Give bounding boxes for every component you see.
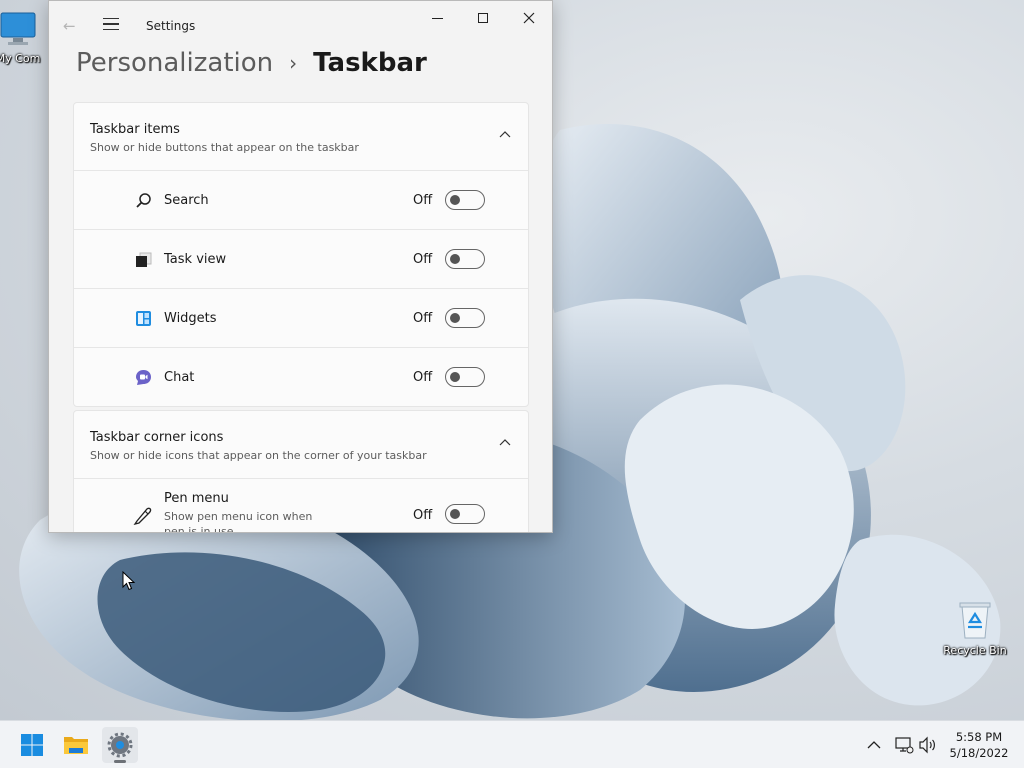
pen-menu-toggle[interactable] [445,504,485,524]
widgets-icon [136,311,151,326]
task-view-toggle[interactable] [445,249,485,269]
section-title: Taskbar items [90,122,180,137]
network-status-button[interactable] [894,721,914,768]
toggle-knob [450,313,460,323]
task-view-icon [136,252,152,267]
item-label: Task view [164,252,227,267]
start-icon [21,734,43,756]
page-title: Taskbar [313,48,427,78]
recycle-bin-icon [959,602,991,639]
close-button[interactable] [506,1,552,35]
clock-date: 5/18/2022 [949,746,1009,760]
network-icon [895,737,914,754]
volume-button[interactable] [918,721,938,768]
section-subtitle: Show or hide buttons that appear on the … [90,141,359,154]
breadcrumb-parent-link[interactable]: Personalization [76,48,273,78]
clock-time: 5:58 PM [955,730,1003,744]
file-explorer-icon [64,737,88,754]
chevron-up-icon [867,741,881,749]
window-titlebar: ← Settings [49,1,552,51]
taskbar-items-section: Taskbar items Show or hide buttons that … [73,102,529,407]
section-title: Taskbar corner icons [90,430,224,445]
taskbar-items-header[interactable]: Taskbar items Show or hide buttons that … [74,103,528,171]
maximize-button[interactable] [460,1,506,35]
toggle-knob [450,372,460,382]
taskbar-item-search: Search Off [74,171,528,230]
toggle-state-text: Off [413,252,433,267]
taskbar-corner-icons-header[interactable]: Taskbar corner icons Show or hide icons … [74,411,528,479]
pen-icon [133,507,152,525]
show-hidden-icons-button[interactable] [866,721,882,768]
active-app-indicator [114,760,126,763]
search-toggle[interactable] [445,190,485,210]
chevron-up-icon[interactable] [499,437,511,449]
taskbar: 5:58 PM 5/18/2022 [0,720,1024,768]
section-subtitle: Show or hide icons that appear on the co… [90,449,427,462]
toggle-state-text: Off [413,370,433,385]
toggle-knob [450,195,460,205]
desktop-icon-label: Recycle Bin [943,644,1007,657]
item-description: Show pen menu icon when pen is in use [164,510,313,533]
desktop-icon-label: My Com [0,52,41,65]
item-label: Widgets [164,311,217,326]
item-label: Chat [164,370,195,385]
settings-icon [107,732,133,758]
toggle-knob [450,509,460,519]
search-icon [136,193,151,208]
widgets-toggle[interactable] [445,308,485,328]
toggle-knob [450,254,460,264]
maximize-icon [478,13,488,23]
breadcrumb: Personalization › Taskbar [76,48,427,78]
minimize-icon [431,17,443,19]
taskbar-item-widgets: Widgets Off [74,289,528,348]
desktop-icon-my-computer[interactable]: My Com [0,10,54,65]
breadcrumb-separator: › [289,51,298,75]
minimize-button[interactable] [414,1,460,35]
file-explorer-button[interactable] [58,727,94,763]
taskbar-corner-icons-section: Taskbar corner icons Show or hide icons … [73,410,529,533]
chat-toggle[interactable] [445,367,485,387]
taskbar-item-task-view: Task view Off [74,230,528,289]
chevron-up-icon[interactable] [499,129,511,141]
taskbar-clock[interactable]: 5:58 PM 5/18/2022 [946,729,1012,761]
settings-window: ← Settings Personalization › Taskbar Tas… [48,0,553,533]
corner-item-pen-menu: Pen menu Show pen menu icon when pen is … [74,479,528,533]
toggle-state-text: Off [413,508,433,523]
back-arrow-icon[interactable]: ← [63,17,76,35]
start-button[interactable] [14,727,50,763]
volume-icon [919,736,935,754]
toggle-state-text: Off [413,193,433,208]
close-icon [523,12,535,24]
hamburger-menu-icon[interactable] [103,18,119,32]
settings-taskbar-button[interactable] [102,727,138,763]
item-label: Search [164,193,209,208]
taskbar-item-chat: Chat Off [74,348,528,407]
toggle-state-text: Off [413,311,433,326]
computer-icon [0,12,36,45]
window-title: Settings [146,19,196,33]
desktop-icon-recycle-bin[interactable]: Recycle Bin [939,600,1011,657]
item-label: Pen menu [164,491,229,506]
mouse-cursor-icon [122,571,136,591]
chat-icon [136,370,151,385]
